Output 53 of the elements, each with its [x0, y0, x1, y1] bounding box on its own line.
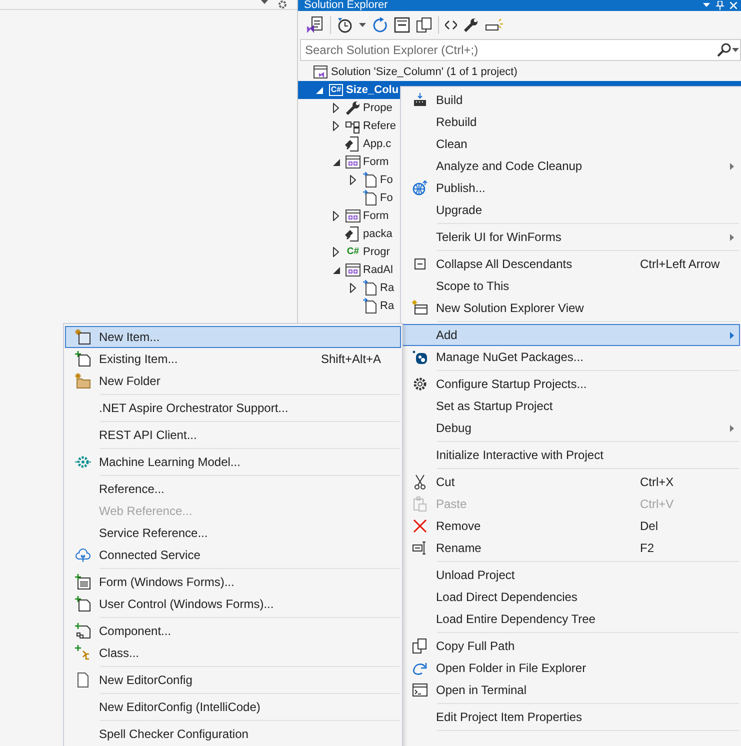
menu-item-label: Configure Startup Projects...: [436, 377, 588, 391]
menu-item-label: Form (Windows Forms)...: [99, 575, 236, 589]
shortcut-label: Del: [640, 519, 660, 533]
shortcut-label: Ctrl+Left Arrow: [640, 257, 721, 271]
menu-item-label: Add: [436, 328, 458, 342]
menu-item-label: REST API Client...: [99, 428, 198, 442]
menu-item-label: Open Folder in File Explorer: [436, 661, 588, 675]
menu-item-label: Debug: [436, 421, 472, 435]
menu-item-label: Upgrade: [436, 203, 484, 217]
shortcut-label: F2: [640, 541, 656, 555]
menu-item-label: Unload Project: [436, 568, 516, 582]
menu-item-label: New EditorConfig: [99, 673, 194, 687]
menu-item-label: Spell Checker Configuration: [99, 727, 250, 741]
menu-item-label: New Solution Explorer View: [436, 301, 585, 315]
menu-item-label: User Control (Windows Forms)...: [99, 597, 275, 611]
menu-item-label: Existing Item...: [99, 352, 179, 366]
menu-item-label: Paste: [436, 497, 468, 511]
shortcut-label: Ctrl+X: [640, 475, 675, 489]
menu-item-label: Cut: [436, 475, 456, 489]
menu-item-label: Manage NuGet Packages...: [436, 350, 584, 364]
shortcut-label: Ctrl+V: [640, 497, 675, 511]
menu-item-label: Clean: [436, 137, 468, 151]
menu-item-label: Machine Learning Model...: [99, 455, 242, 469]
menu-item-label: .NET Aspire Orchestrator Support...: [99, 401, 290, 415]
menu-item-label: Analyze and Code Cleanup: [436, 159, 584, 173]
menu-item-label: Load Direct Dependencies: [436, 590, 578, 604]
menu-item-label: New Folder: [99, 374, 162, 388]
menu-item-label: Rename: [436, 541, 482, 555]
menu-item-label: New EditorConfig (IntelliCode): [99, 700, 262, 714]
menu-item-label: Rebuild: [436, 115, 478, 129]
menu-item-label: Collapse All Descendants: [436, 257, 574, 271]
menu-item-label: Telerik UI for WinForms: [436, 230, 562, 244]
menu-item-label: Remove: [436, 519, 482, 533]
shortcut-label: Shift+Alt+A: [321, 352, 382, 366]
menu-item-label: New Item...: [99, 330, 161, 344]
menu-item-label: Reference...: [99, 482, 166, 496]
menu-item-label: Web Reference...: [99, 504, 194, 518]
panel-title: Solution Explorer: [304, 0, 388, 11]
menu-item-label: Edit Project Item Properties: [436, 710, 584, 724]
menu-item-label: Build: [436, 93, 464, 107]
menu-item-label: Open in Terminal: [436, 683, 528, 697]
menu-item-label: Component...: [99, 624, 172, 638]
menu-item-label: Scope to This: [436, 279, 510, 293]
menu-item-label: Load Entire Dependency Tree: [436, 612, 596, 626]
menu-item-label: Set as Startup Project: [436, 399, 554, 413]
menu-item-label: Class...: [99, 646, 140, 660]
menu-item-label: Service Reference...: [99, 526, 209, 540]
icon-label: C#: [329, 84, 343, 96]
menu-item-label: Publish...: [436, 181, 486, 195]
icon-label: C#: [346, 245, 360, 259]
menu-item-label: Initialize Interactive with Project: [436, 448, 604, 462]
menu-item-label: Connected Service: [99, 548, 202, 562]
menu-item-label: Copy Full Path: [436, 639, 516, 653]
